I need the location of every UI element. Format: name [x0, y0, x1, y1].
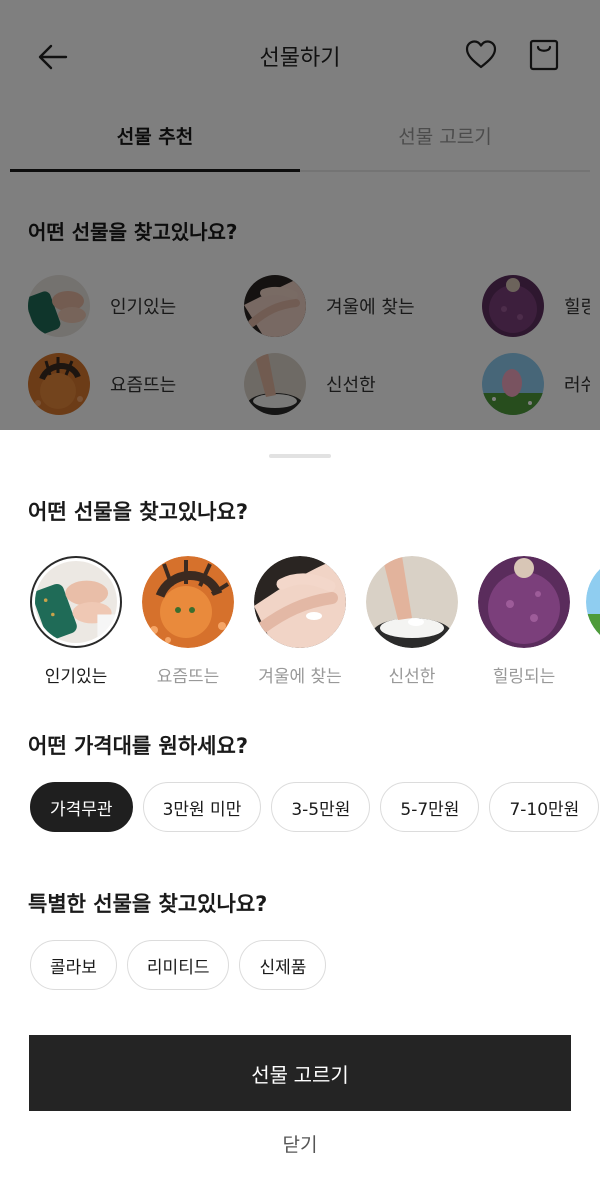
category-option-label: 요즘뜨는	[156, 667, 220, 686]
category-option-label: 신선한	[388, 667, 436, 686]
category-option-label: 겨울에 찾는	[258, 667, 342, 686]
filter-bottom-sheet: 어떤 선물을 찾고있나요? 인기있는 요즘뜨는 겨울에 찾는 신선한 힐링되는 …	[0, 430, 600, 1194]
category-option-healing[interactable]: 힐링되는	[478, 556, 570, 686]
category-image	[142, 556, 234, 648]
dim-overlay[interactable]	[0, 0, 600, 430]
price-chip[interactable]: 3만원 미만	[142, 782, 262, 832]
price-chip[interactable]: 5-7만원	[380, 782, 480, 832]
price-chip[interactable]: 7-10만원	[489, 782, 600, 832]
price-chip[interactable]: 3-5만원	[271, 782, 371, 832]
special-tag-chip[interactable]: 리미티드	[126, 940, 230, 990]
category-option-label: 힐링되는	[492, 667, 556, 686]
sheet-drag-handle[interactable]	[269, 454, 331, 458]
category-selector: 인기있는 요즘뜨는 겨울에 찾는 신선한 힐링되는	[30, 556, 600, 686]
special-tag-chip[interactable]: 콜라보	[30, 940, 117, 990]
category-section-title: 어떤 선물을 찾고있나요?	[28, 500, 249, 524]
category-option-trending[interactable]: 요즘뜨는	[142, 556, 234, 686]
special-section-title: 특별한 선물을 찾고있나요?	[28, 892, 268, 916]
price-chip-row: 가격무관 3만원 미만 3-5만원 5-7만원 7-10만원	[0, 780, 600, 834]
special-chip-row: 콜라보 리미티드 신제품	[0, 938, 600, 992]
category-image	[366, 556, 458, 648]
category-image	[254, 556, 346, 648]
category-image	[30, 556, 122, 648]
close-button[interactable]: 닫기	[0, 1130, 600, 1157]
category-option-label: 인기있는	[44, 667, 108, 686]
category-image	[586, 556, 600, 648]
category-image	[478, 556, 570, 648]
special-tag-chip[interactable]: 신제품	[239, 940, 327, 990]
price-chip[interactable]: 가격무관	[30, 782, 133, 832]
select-gift-button[interactable]: 선물 고르기	[29, 1035, 571, 1111]
category-option-popular[interactable]: 인기있는	[30, 556, 122, 686]
category-option-winter[interactable]: 겨울에 찾는	[254, 556, 346, 686]
price-section-title: 어떤 가격대를 원하세요?	[28, 734, 249, 758]
category-option-fresh[interactable]: 신선한	[366, 556, 458, 686]
category-option-partial[interactable]	[586, 556, 600, 648]
